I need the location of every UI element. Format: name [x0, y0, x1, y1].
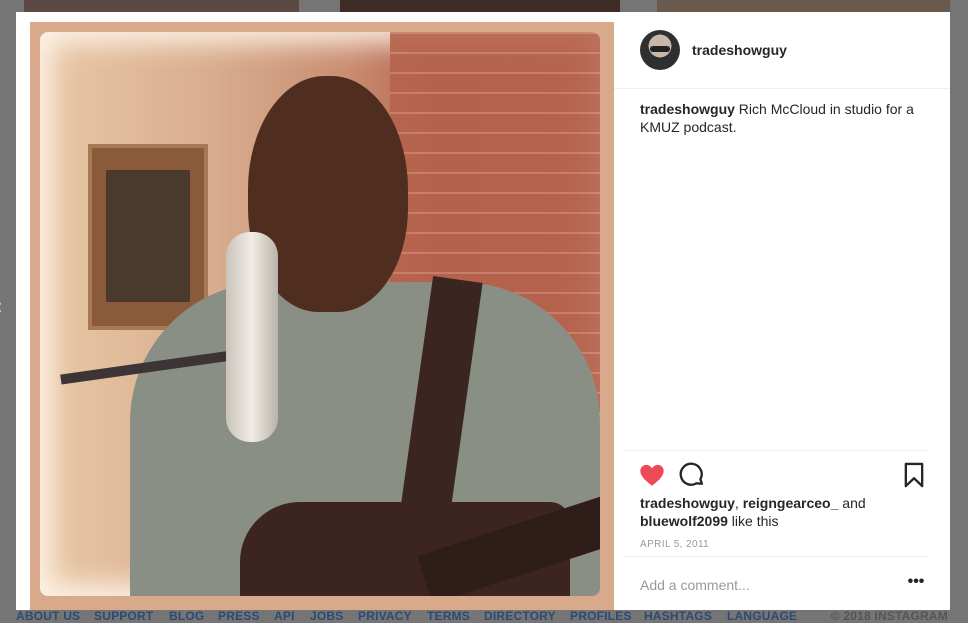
footer-link-api[interactable]: API: [274, 609, 295, 623]
footer-link-about[interactable]: ABOUT US: [16, 609, 80, 623]
footer-link-press[interactable]: PRESS: [218, 609, 260, 623]
likes-separator: ,: [734, 495, 743, 511]
likes-user[interactable]: bluewolf2099: [640, 513, 728, 529]
footer-link-privacy[interactable]: PRIVACY: [358, 609, 412, 623]
likes-and: and: [838, 495, 866, 511]
post-header: tradeshowguy: [614, 12, 950, 89]
post-date[interactable]: APRIL 5, 2011: [640, 539, 709, 550]
post-caption: tradeshowguy Rich McCloud in studio for …: [640, 100, 930, 136]
footer-link-language[interactable]: LANGUAGE: [727, 609, 797, 623]
background-thumbnail: [24, 0, 299, 12]
header-username[interactable]: tradeshowguy: [692, 42, 787, 58]
footer-link-blog[interactable]: BLOG: [169, 609, 204, 623]
photo-wall-picture: [88, 144, 208, 330]
comment-input[interactable]: [640, 573, 880, 597]
likes-user[interactable]: reigngearceo_: [743, 495, 839, 511]
comment-icon[interactable]: [678, 461, 706, 489]
background-thumbnail: [657, 0, 950, 12]
avatar[interactable]: [640, 30, 680, 70]
footer-link-terms[interactable]: TERMS: [427, 609, 470, 623]
bookmark-icon[interactable]: [900, 461, 928, 489]
footer-link-profiles[interactable]: PROFILES: [570, 609, 632, 623]
photo-frame: [30, 22, 614, 610]
footer-copyright: © 2018 INSTAGRAM: [830, 609, 948, 623]
likes-user[interactable]: tradeshowguy: [640, 495, 735, 511]
comment-bar: •••: [624, 556, 928, 611]
post-photo[interactable]: [16, 12, 614, 610]
caption-username[interactable]: tradeshowguy: [640, 101, 735, 117]
likes-suffix: like this: [727, 513, 779, 529]
footer: ABOUT US SUPPORT BLOG PRESS API JOBS PRI…: [16, 609, 966, 623]
post-modal: tradeshowguy tradeshowguy Rich McCloud i…: [16, 12, 950, 610]
footer-link-jobs[interactable]: JOBS: [310, 609, 343, 623]
footer-link-support[interactable]: SUPPORT: [94, 609, 153, 623]
background-thumbnail: [340, 0, 620, 12]
heart-icon[interactable]: [638, 461, 666, 489]
footer-link-hashtags[interactable]: HASHTAGS: [644, 609, 712, 623]
chevron-left-icon[interactable]: ‹: [0, 296, 8, 320]
footer-link-directory[interactable]: DIRECTORY: [484, 609, 556, 623]
photo-microphone: [226, 232, 278, 442]
photo-image: [40, 32, 600, 596]
more-icon[interactable]: •••: [904, 574, 928, 595]
likes-summary: tradeshowguy, reigngearceo_ and bluewolf…: [640, 494, 930, 530]
action-bar: [624, 450, 928, 499]
post-sidebar: tradeshowguy tradeshowguy Rich McCloud i…: [614, 12, 950, 610]
